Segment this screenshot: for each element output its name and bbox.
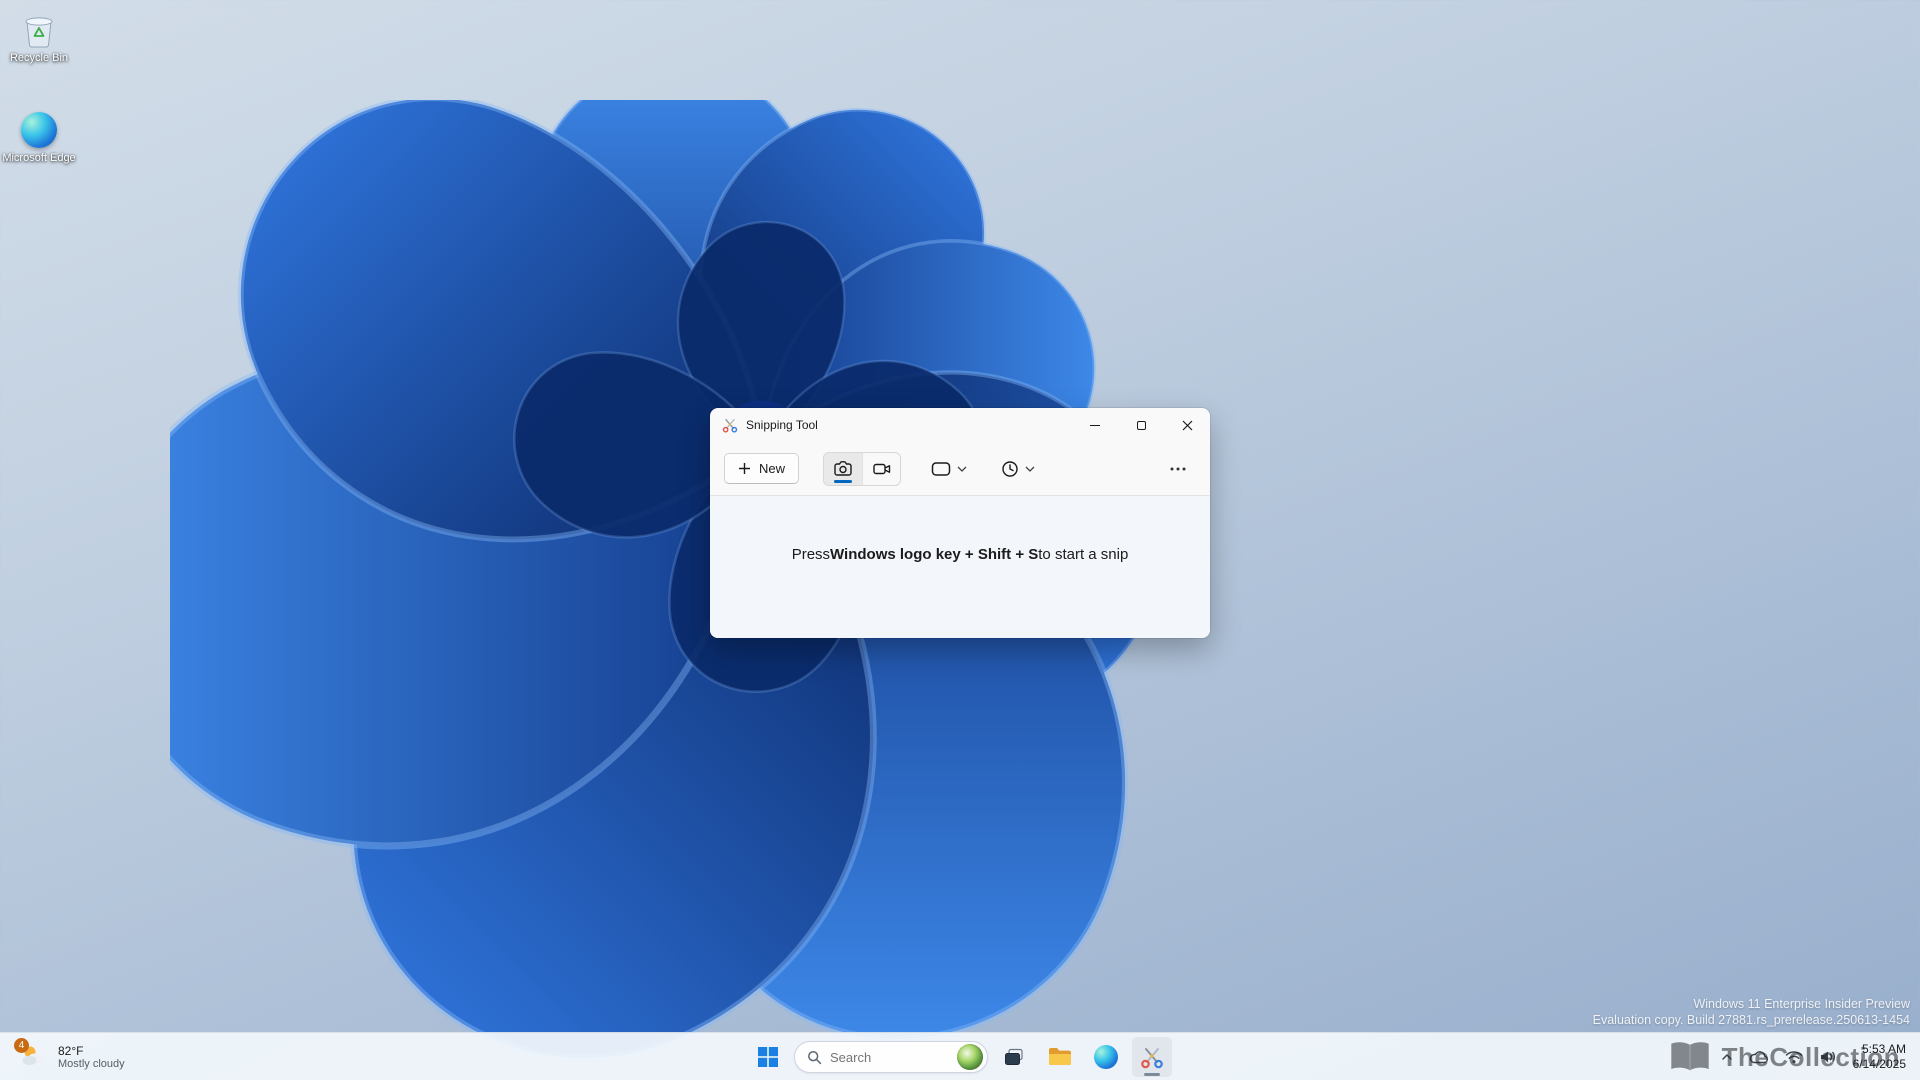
shortcut-hint-keys: Windows logo key + Shift + S xyxy=(830,546,1038,563)
plus-icon xyxy=(738,462,751,475)
taskbar-search[interactable] xyxy=(794,1041,988,1073)
notification-badge: 4 xyxy=(14,1038,29,1053)
desktop-icon-label: Microsoft Edge xyxy=(2,152,75,165)
snipping-tool-app-icon xyxy=(722,417,738,433)
active-app-indicator xyxy=(1144,1073,1160,1076)
screenshot-mode-button[interactable] xyxy=(824,453,862,485)
edge-icon xyxy=(1094,1045,1118,1069)
minimize-button[interactable] xyxy=(1072,408,1118,442)
rectangle-mode-icon xyxy=(931,461,951,477)
recycle-bin-icon xyxy=(23,12,55,48)
shortcut-hint-suffix: to start a snip xyxy=(1038,546,1128,563)
desktop-icon-microsoft-edge[interactable]: Microsoft Edge xyxy=(0,112,78,165)
new-snip-label: New xyxy=(759,461,785,476)
shortcut-hint-prefix: Press xyxy=(792,546,830,563)
snip-delay-dropdown[interactable] xyxy=(997,454,1039,484)
chevron-down-icon xyxy=(1025,466,1035,472)
clock-icon xyxy=(1001,460,1019,478)
snip-toolbar: New xyxy=(710,442,1210,496)
search-icon xyxy=(807,1050,822,1065)
selected-mode-indicator xyxy=(834,480,852,483)
window-titlebar[interactable]: Snipping Tool xyxy=(710,408,1210,442)
capture-mode-toggle xyxy=(823,452,901,486)
desktop-icon-recycle-bin[interactable]: Recycle Bin xyxy=(0,12,78,65)
snipping-tool-icon xyxy=(1140,1045,1164,1069)
snipping-tool-taskbar-button[interactable] xyxy=(1132,1037,1172,1077)
video-mode-button[interactable] xyxy=(862,453,900,485)
edge-taskbar-button[interactable] xyxy=(1086,1037,1126,1077)
snip-shape-dropdown[interactable] xyxy=(927,455,971,483)
start-button[interactable] xyxy=(748,1037,788,1077)
new-snip-button[interactable]: New xyxy=(724,453,799,484)
more-options-button[interactable] xyxy=(1160,459,1196,479)
network-tray-button[interactable] xyxy=(1779,1039,1809,1075)
edge-icon xyxy=(21,112,57,148)
maximize-icon xyxy=(1137,421,1146,430)
search-input[interactable] xyxy=(830,1050,949,1065)
onedrive-tray-button[interactable] xyxy=(1743,1039,1775,1075)
volume-tray-button[interactable] xyxy=(1813,1039,1843,1075)
close-button[interactable] xyxy=(1164,408,1210,442)
maximize-button[interactable] xyxy=(1118,408,1164,442)
chevron-down-icon xyxy=(957,466,967,472)
folder-icon xyxy=(1048,1047,1072,1067)
snip-body: Press Windows logo key + Shift + S to st… xyxy=(710,496,1210,638)
close-icon xyxy=(1182,420,1193,431)
desktop-icon-label: Recycle Bin xyxy=(10,52,68,65)
tray-overflow-button[interactable] xyxy=(1715,1039,1739,1075)
task-view-button[interactable] xyxy=(994,1037,1034,1077)
build-watermark-line1: Windows 11 Enterprise Insider Preview xyxy=(1593,996,1910,1012)
clock-button[interactable]: 5:53 AM 6/14/2025 xyxy=(1853,1042,1906,1072)
weather-widget-button[interactable]: 4 82°F Mostly cloudy xyxy=(10,1033,135,1080)
snipping-tool-window: Snipping Tool New xyxy=(710,408,1210,638)
task-view-icon xyxy=(1003,1046,1025,1068)
weather-temperature: 82°F xyxy=(58,1044,125,1058)
window-title: Snipping Tool xyxy=(746,418,818,432)
taskbar: 4 82°F Mostly cloudy xyxy=(0,1032,1920,1080)
ellipsis-icon xyxy=(1170,467,1186,471)
video-camera-icon xyxy=(872,459,892,479)
clock-date: 6/14/2025 xyxy=(1853,1057,1906,1072)
minimize-icon xyxy=(1090,425,1100,426)
windows-logo-icon xyxy=(757,1046,779,1068)
search-daily-image[interactable] xyxy=(957,1044,983,1070)
clock-time: 5:53 AM xyxy=(1853,1042,1906,1057)
cloud-icon xyxy=(1749,1050,1769,1064)
weather-condition: Mostly cloudy xyxy=(58,1058,125,1071)
chevron-up-icon xyxy=(1721,1053,1733,1061)
build-watermark-line2: Evaluation copy. Build 27881.rs_prerelea… xyxy=(1593,1012,1910,1028)
build-watermark: Windows 11 Enterprise Insider Preview Ev… xyxy=(1593,996,1910,1028)
camera-icon xyxy=(833,459,853,479)
file-explorer-button[interactable] xyxy=(1040,1037,1080,1077)
wifi-icon xyxy=(1785,1050,1803,1064)
speaker-icon xyxy=(1819,1050,1837,1064)
